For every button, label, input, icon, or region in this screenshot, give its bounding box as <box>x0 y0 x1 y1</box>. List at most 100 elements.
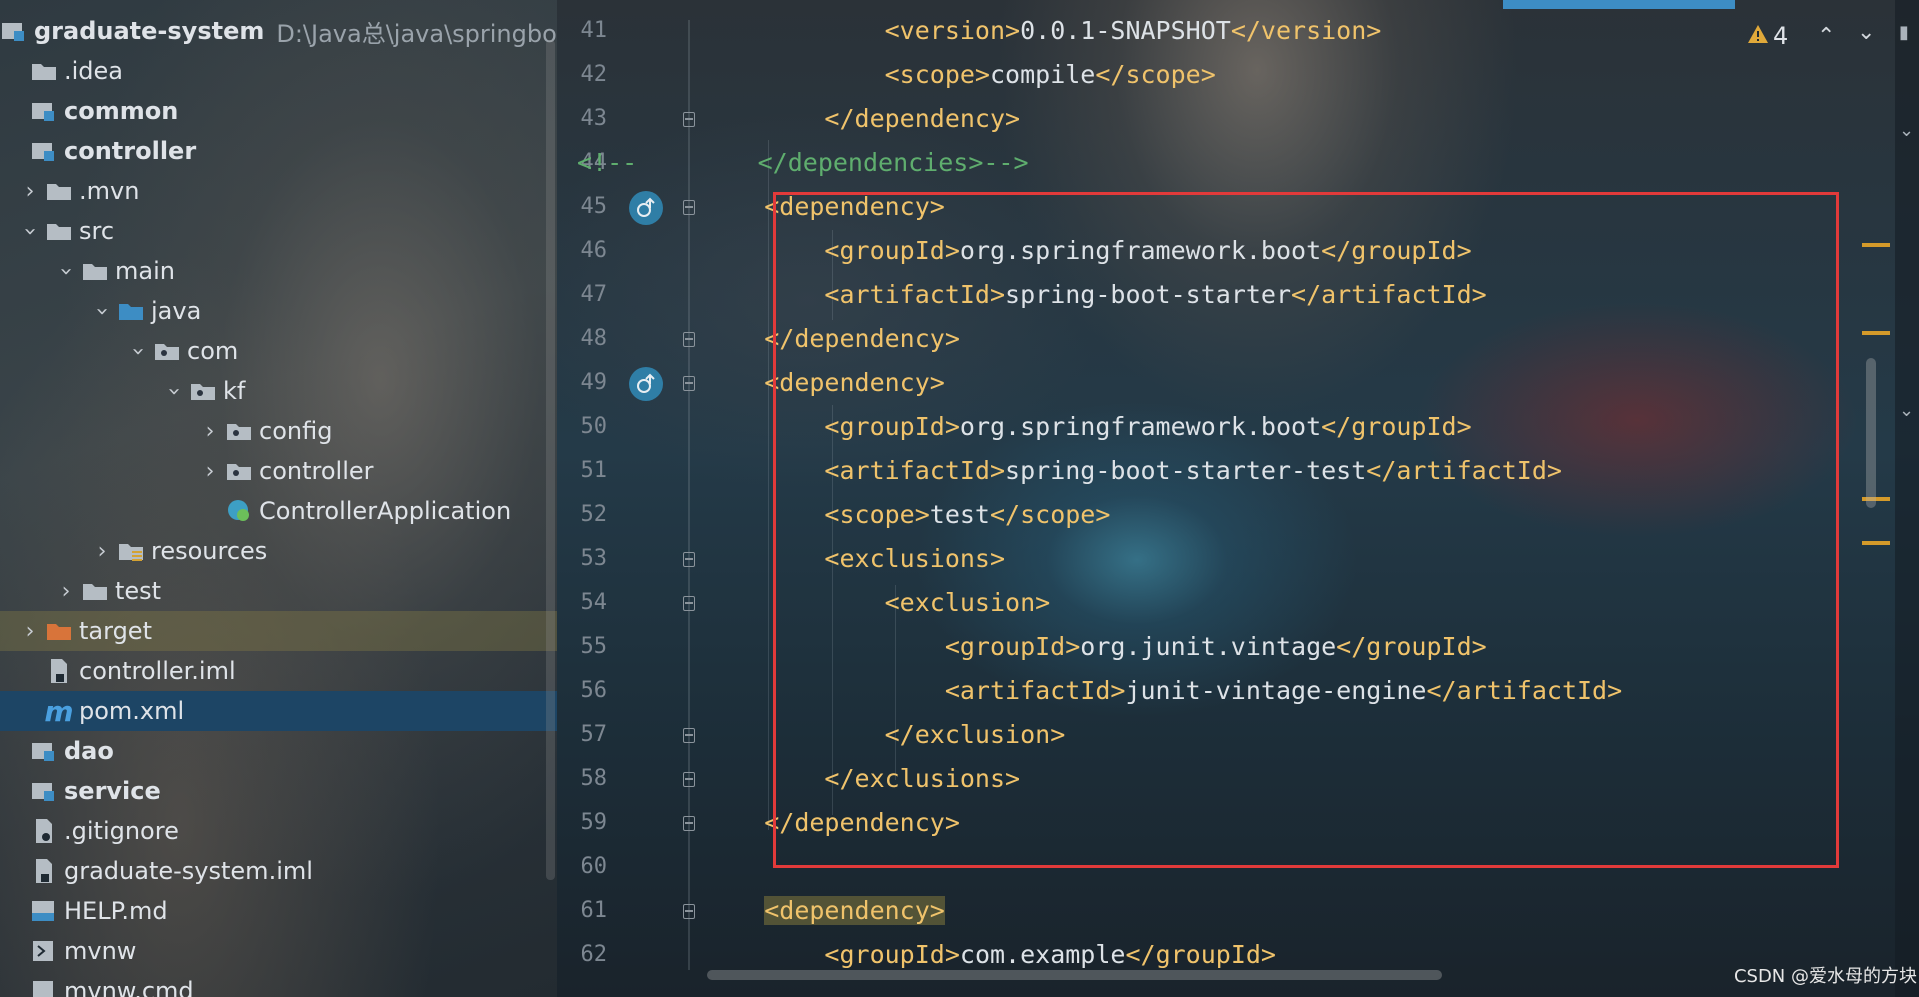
fold-marker[interactable] <box>683 200 695 215</box>
tree-item-label: kf <box>223 377 246 405</box>
tree-item-label: src <box>79 217 115 245</box>
override-gutter-icon[interactable] <box>629 367 663 401</box>
line-number: 58 <box>580 766 608 791</box>
xml-tag-token: </version> <box>1230 16 1382 45</box>
code-line[interactable]: <scope>compile</scope> <box>704 60 1216 89</box>
tree-item-dao[interactable]: dao <box>0 731 557 771</box>
tree-item-service[interactable]: service <box>0 771 557 811</box>
tool-window-icon[interactable]: ▮ <box>1899 22 1909 43</box>
chevron-up-icon[interactable]: ⌃ <box>1817 24 1835 49</box>
tree-item-kf[interactable]: › kf <box>0 371 557 411</box>
tree-item-src[interactable]: › src <box>0 211 557 251</box>
tree-item-mvn[interactable]: › .mvn <box>0 171 557 211</box>
chevron-right-icon[interactable]: › <box>87 539 117 564</box>
tree-item-pom-xml[interactable]: m pom.xml <box>0 691 557 731</box>
code-line[interactable]: <version>0.0.1-SNAPSHOT</version> <box>704 16 1382 45</box>
code-editor[interactable]: 41 <version>0.0.1-SNAPSHOT</version> 42 <… <box>557 0 1919 997</box>
tree-item-idea[interactable]: .idea <box>0 51 557 91</box>
tree-item-mvnw-cmd[interactable]: mvnw.cmd <box>0 971 557 997</box>
line-number: 46 <box>580 238 608 263</box>
tree-item-java[interactable]: › java <box>0 291 557 331</box>
chevron-right-icon[interactable]: › <box>15 179 45 204</box>
code-line[interactable]: <!-- </dependencies>--> <box>577 148 1029 177</box>
chevron-down-icon[interactable]: › <box>126 336 151 366</box>
tree-item-controller-module[interactable]: controller <box>0 131 557 171</box>
tree-item-label: .gitignore <box>64 817 179 845</box>
inspection-widget[interactable]: 4 <box>1747 22 1788 50</box>
warnings-count: 4 <box>1773 22 1789 50</box>
tree-scrollbar[interactable] <box>546 40 555 880</box>
tree-item-label: test <box>115 577 162 605</box>
tree-item-controller-package[interactable]: › controller <box>0 451 557 491</box>
fold-marker[interactable] <box>683 816 695 831</box>
code-line[interactable] <box>704 852 764 881</box>
tree-item-label: ControllerApplication <box>259 497 512 525</box>
tree-item-label: target <box>79 617 152 645</box>
tree-root-path: D:\Java总\java\springboot\g <box>276 19 557 48</box>
warning-stripe-marker[interactable] <box>1862 541 1890 545</box>
tree-item-gitignore[interactable]: .gitignore <box>0 811 557 851</box>
tree-item-label: mvnw.cmd <box>64 977 194 997</box>
module-folder-icon <box>0 19 28 43</box>
tree-item-label: graduate-system.iml <box>64 857 313 885</box>
folder-icon <box>81 259 109 283</box>
tree-item-target[interactable]: › target <box>0 611 557 651</box>
warning-stripe-marker[interactable] <box>1862 331 1890 335</box>
chevron-right-icon[interactable]: › <box>195 419 225 444</box>
chevron-down-icon[interactable]: ⌄ <box>1899 120 1914 141</box>
tree-item-resources[interactable]: › resources <box>0 531 557 571</box>
fold-marker[interactable] <box>683 904 695 919</box>
chevron-right-icon[interactable]: › <box>195 459 225 484</box>
tree-item-label: mvnw <box>64 937 137 965</box>
file-icon <box>30 939 58 963</box>
code-line[interactable]: <groupId>com.example</groupId> <box>704 940 1276 969</box>
chevron-down-icon[interactable]: ⌄ <box>1857 20 1875 45</box>
fold-marker[interactable] <box>683 772 695 787</box>
module-folder-icon <box>30 739 58 763</box>
fold-marker[interactable] <box>683 376 695 391</box>
tree-item-graduate-system-iml[interactable]: graduate-system.iml <box>0 851 557 891</box>
chevron-down-icon[interactable]: ⌄ <box>1899 400 1914 421</box>
editor-horizontal-scrollbar[interactable] <box>707 970 1442 980</box>
tree-root-graduate-system[interactable]: graduate-system D:\Java总\java\springboot… <box>0 11 557 51</box>
tree-item-controller-application[interactable]: ControllerApplication <box>0 491 557 531</box>
chevron-right-icon[interactable]: › <box>15 619 45 644</box>
package-icon <box>189 379 217 403</box>
tree-item-main[interactable]: › main <box>0 251 557 291</box>
tree-item-config[interactable]: › config <box>0 411 557 451</box>
file-icon <box>30 819 58 843</box>
line-number: 45 <box>580 194 608 219</box>
tree-item-com[interactable]: › com <box>0 331 557 371</box>
right-tool-strip <box>1895 0 1919 997</box>
chevron-right-icon[interactable]: › <box>51 579 81 604</box>
line-number: 56 <box>580 678 608 703</box>
tree-item-label: config <box>259 417 333 445</box>
folder-icon <box>30 59 58 83</box>
line-number: 49 <box>580 370 608 395</box>
tree-item-common[interactable]: common <box>0 91 557 131</box>
spring-class-icon <box>225 499 253 523</box>
fold-marker[interactable] <box>683 552 695 567</box>
tree-item-help-md[interactable]: HELP.md <box>0 891 557 931</box>
package-icon <box>225 459 253 483</box>
chevron-down-icon[interactable]: › <box>90 296 115 326</box>
override-gutter-icon[interactable] <box>629 191 663 225</box>
code-line[interactable]: <dependency> <box>704 896 945 925</box>
tree-item-label: controller.iml <box>79 657 236 685</box>
tree-item-test[interactable]: › test <box>0 571 557 611</box>
tree-item-mvnw[interactable]: mvnw <box>0 931 557 971</box>
chevron-down-icon[interactable]: › <box>18 216 43 246</box>
tree-item-label: HELP.md <box>64 897 168 925</box>
editor-vertical-scrollbar[interactable] <box>1866 358 1876 508</box>
warning-stripe-marker[interactable] <box>1862 243 1890 247</box>
line-number: 59 <box>580 810 608 835</box>
fold-marker[interactable] <box>683 728 695 743</box>
tree-item-controller-iml[interactable]: controller.iml <box>0 651 557 691</box>
tree-item-label: pom.xml <box>79 697 185 725</box>
fold-marker[interactable] <box>683 112 695 127</box>
fold-marker[interactable] <box>683 596 695 611</box>
code-line[interactable]: </dependency> <box>704 104 1020 133</box>
chevron-down-icon[interactable]: › <box>162 376 187 406</box>
fold-marker[interactable] <box>683 332 695 347</box>
chevron-down-icon[interactable]: › <box>54 256 79 286</box>
